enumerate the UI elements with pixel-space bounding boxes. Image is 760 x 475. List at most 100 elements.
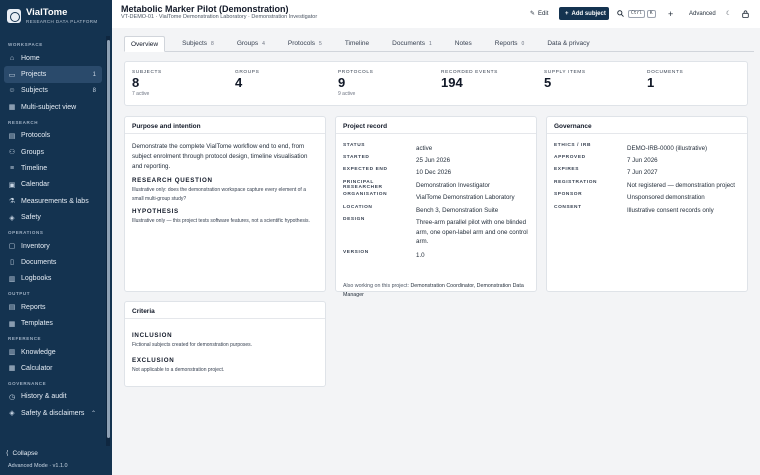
sidebar-item-logbooks[interactable]: ▥ Logbooks <box>4 271 102 287</box>
sidebar-item-subjects[interactable]: ☺ Subjects 8 <box>4 83 102 99</box>
purpose-card: Purpose and intention Demonstrate the co… <box>124 116 326 292</box>
theme-toggle-button[interactable]: ☾ <box>726 7 731 20</box>
tab-documents[interactable]: Documents 1 <box>386 36 438 52</box>
stat-supply-items[interactable]: SUPPLY ITEMS 5 <box>537 62 640 105</box>
sidebar-item-inventory[interactable]: ▢ Inventory <box>4 238 102 254</box>
tab-timeline[interactable]: Timeline <box>339 36 375 52</box>
sidebar-item-count: 8 <box>92 87 96 94</box>
tab-protocols[interactable]: Protocols 5 <box>282 36 328 52</box>
tab-groups[interactable]: Groups 4 <box>231 36 271 52</box>
search-button[interactable]: Ctrl K <box>617 7 656 20</box>
shield-icon: ◈ <box>9 214 15 222</box>
stat-documents[interactable]: DOCUMENTS 1 <box>640 62 743 105</box>
sidebar-item-templates[interactable]: ▦ Templates <box>4 315 102 331</box>
plus-icon: + <box>668 8 674 19</box>
record-value: 1.0 <box>416 252 425 259</box>
sidebar-item-timeline[interactable]: ≡ Timeline <box>4 160 102 176</box>
purpose-text: Demonstrate the complete VialTome workfl… <box>132 143 308 170</box>
tab-label: Notes <box>454 40 472 47</box>
moon-icon: ☾ <box>726 11 732 17</box>
sidebar-item-groups[interactable]: ⚇ Groups <box>4 144 102 160</box>
book-open-icon: ▥ <box>8 349 16 357</box>
sidebar-item-label: Safety & disclaimers <box>21 409 85 417</box>
sidebar-item-multi-subject-view[interactable]: ▦ Multi-subject view <box>4 99 102 115</box>
sidebar-scroll-thumb[interactable] <box>107 40 110 438</box>
stat-protocols[interactable]: PROTOCOLS 9 9 active <box>331 62 434 105</box>
advanced-mode-button[interactable]: Advanced <box>689 7 716 20</box>
record-value: Unsponsored demonstration <box>627 194 705 201</box>
edit-button[interactable]: ✎ Edit <box>530 7 548 20</box>
stat-groups[interactable]: GROUPS 4 <box>228 62 331 105</box>
kbd-ctrl: Ctrl <box>628 9 645 18</box>
sidebar-item-knowledge[interactable]: ▥ Knowledge <box>4 344 102 360</box>
stat-recorded-events[interactable]: RECORDED EVENTS 194 <box>434 62 537 105</box>
main-area: Metabolic Marker Pilot (Demonstration) V… <box>112 0 760 475</box>
governance-title: Governance <box>547 117 747 134</box>
tab-label: Protocols <box>287 40 316 47</box>
sidebar-item-measurements-labs[interactable]: ⚗ Measurements & labs <box>4 193 102 209</box>
record-key: SPONSOR <box>554 192 583 197</box>
sidebar-item-label: Calculator <box>21 364 53 372</box>
sidebar-item-label: Documents <box>21 258 57 266</box>
sidebar-item-safety-disclaimers[interactable]: ◈ Safety & disclaimers ⌃ <box>4 405 102 421</box>
sidebar-item-reports[interactable]: ▤ Reports <box>4 299 102 315</box>
sidebar-item-safety[interactable]: ◈ Safety <box>4 210 102 226</box>
sidebar-item-history-audit[interactable]: ◷ History & audit <box>4 389 102 405</box>
record-value: 7 Jun 2026 <box>627 157 658 164</box>
tab-label: Timeline <box>344 40 370 47</box>
chevron-up-icon: ⌃ <box>90 410 96 417</box>
lock-icon <box>742 9 749 18</box>
stat-subjects[interactable]: SUBJECTS 8 7 active <box>125 62 228 105</box>
tab-notes[interactable]: Notes <box>449 36 478 52</box>
vialtome-logo-icon <box>7 9 21 23</box>
nav-section-heading: RESEARCH <box>8 119 39 125</box>
stat-value: 4 <box>235 75 243 90</box>
nav-section-heading: WORKSPACE <box>8 42 43 47</box>
sidebar-item-protocols[interactable]: ▤ Protocols <box>4 128 102 144</box>
page-subtitle: VT-DEMO-01 · VialTome Demonstration Labo… <box>121 14 318 20</box>
hypothesis-heading: HYPOTHESIS <box>132 208 179 215</box>
record-key: STARTED <box>343 155 370 160</box>
page-header: Metabolic Marker Pilot (Demonstration) V… <box>112 0 760 28</box>
brand[interactable]: VialTome RESEARCH DATA PLATFORM <box>0 0 112 32</box>
sidebar-item-documents[interactable]: ▯ Documents <box>4 254 102 270</box>
collapse-button[interactable]: ⟨ Collapse <box>6 449 38 458</box>
sidebar-item-label: Home <box>21 54 40 62</box>
record-key: EXPIRES <box>554 167 579 172</box>
project-record-card: Project record Also working on this proj… <box>335 116 537 298</box>
record-value: DEMO-IRB-0000 (illustrative) <box>627 145 708 152</box>
record-key: VERSION <box>343 250 369 255</box>
record-value: 7 Jun 2027 <box>627 169 658 176</box>
tab-label: Documents <box>392 40 426 47</box>
criteria-title: Criteria <box>125 302 325 319</box>
sidebar-item-label: Reports <box>21 303 46 311</box>
stats-card: SUBJECTS 8 7 active GROUPS 4 PROTOCOLS 9 9 acti… <box>124 61 748 106</box>
tab-subjects[interactable]: Subjects 8 <box>176 36 220 52</box>
plus-icon: + <box>565 10 569 17</box>
sidebar-item-calendar[interactable]: ▣ Calendar <box>4 177 102 193</box>
sidebar-item-calculator[interactable]: ▦ Calculator <box>4 360 102 376</box>
exclusion-heading: EXCLUSION <box>132 356 175 364</box>
lock-button[interactable] <box>742 7 749 20</box>
flask-icon: ⚗ <box>8 198 16 206</box>
stat-value: 1 <box>647 75 655 90</box>
research-question-text: Illustrative only: does the demonstratio… <box>132 187 306 202</box>
sidebar-item-home[interactable]: ⌂ Home <box>4 50 102 66</box>
also-working-prefix: Also working on this project: <box>343 283 409 289</box>
quick-add-button[interactable]: + <box>668 7 673 20</box>
box-icon: ▢ <box>8 243 16 251</box>
tab-data-privacy[interactable]: Data & privacy <box>541 36 595 52</box>
tab-overview[interactable]: Overview <box>124 36 166 52</box>
sidebar-item-label: Inventory <box>21 242 50 250</box>
tab-reports[interactable]: Reports 0 <box>489 36 531 52</box>
template-icon: ▦ <box>8 320 16 328</box>
sidebar-item-label: Templates <box>21 320 53 328</box>
nav-section-heading: OPERATIONS <box>8 229 44 235</box>
inclusion-text: Fictional subjects created for demonstra… <box>132 342 253 348</box>
add-subject-button[interactable]: + Add subject <box>559 7 609 20</box>
governance-card: Governance ETHICS / IRB DEMO-IRB-0000 (il… <box>546 116 748 292</box>
record-key: CONSENT <box>554 205 582 210</box>
home-icon: ⌂ <box>9 54 15 62</box>
record-value: 25 Jun 2026 <box>416 157 451 164</box>
sidebar-item-projects[interactable]: ▭ Projects 1 <box>4 66 102 83</box>
